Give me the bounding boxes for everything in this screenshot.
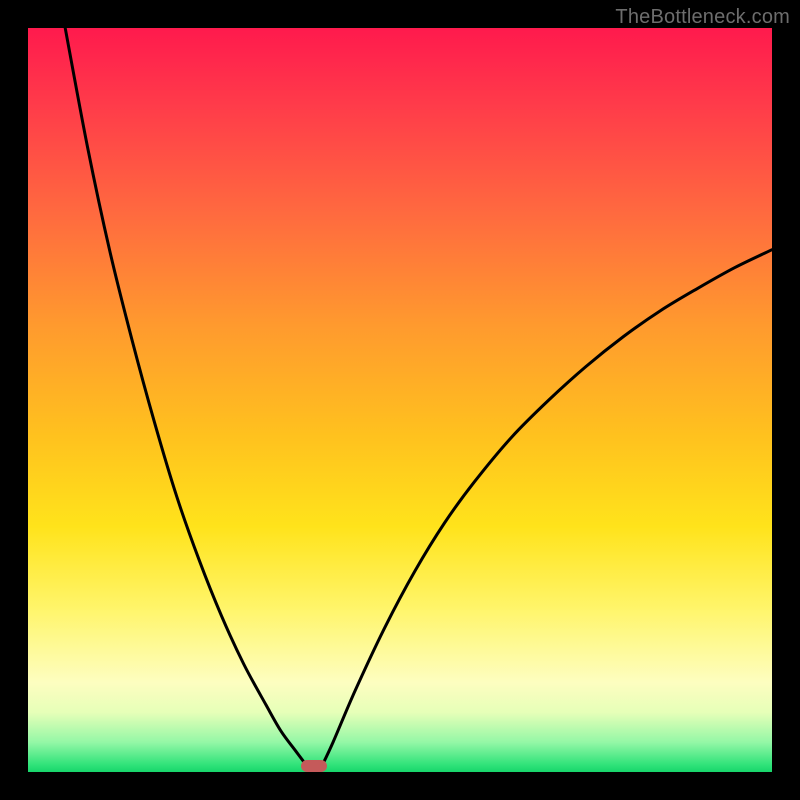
bottleneck-marker [301,760,327,772]
curve-svg [28,28,772,772]
left-branch-curve [65,28,307,766]
watermark-text: TheBottleneck.com [615,6,790,29]
plot-area [28,28,772,772]
chart-frame: TheBottleneck.com [0,0,800,800]
right-branch-curve [322,250,772,766]
